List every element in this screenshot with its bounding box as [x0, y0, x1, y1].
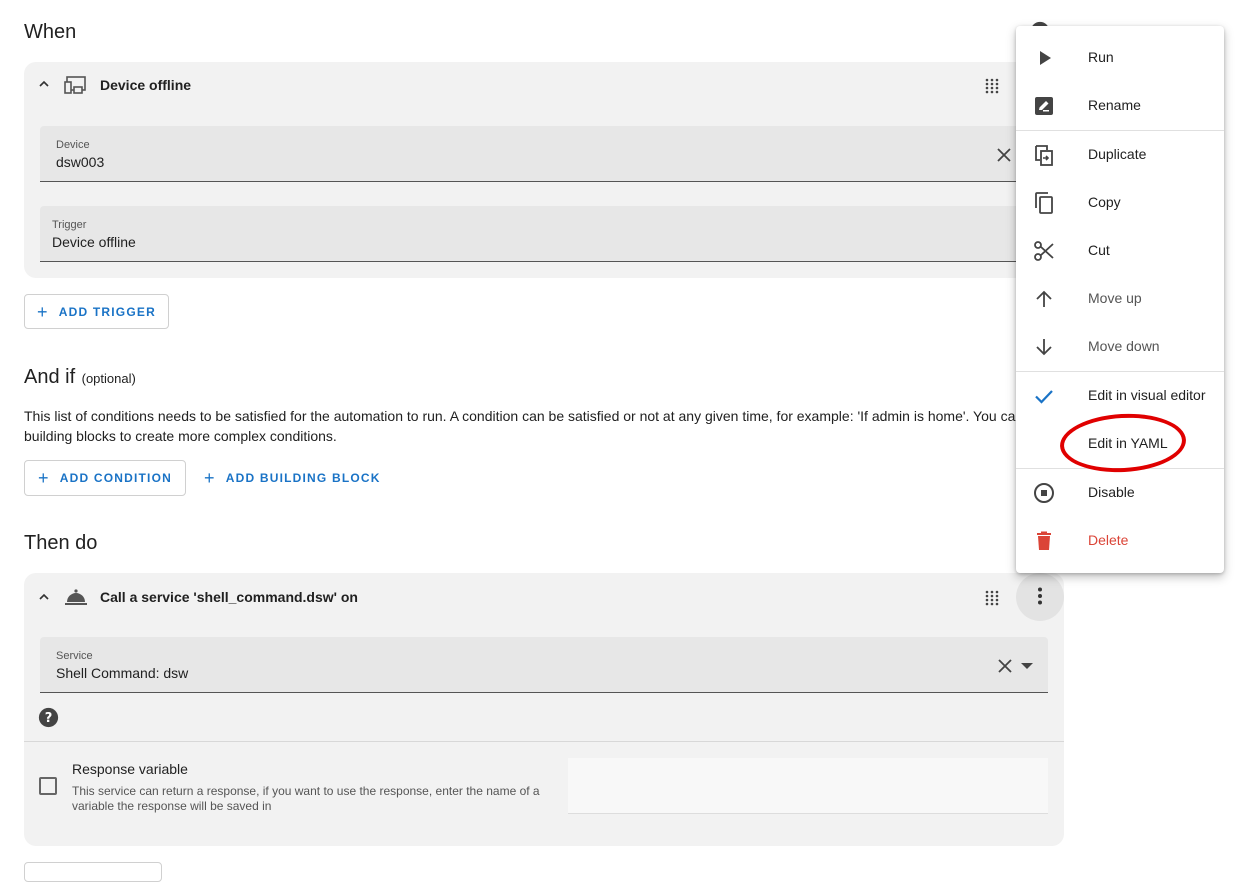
drag-handle-icon[interactable]: [985, 78, 999, 94]
menu-item-label: Edit in YAML: [1088, 435, 1168, 451]
menu-item-label: Move up: [1088, 290, 1142, 306]
menu-item-label: Duplicate: [1088, 146, 1147, 162]
menu-item-disable[interactable]: Disable: [1016, 469, 1224, 517]
menu-item-cut[interactable]: Cut: [1016, 227, 1224, 275]
check-icon: [1032, 384, 1056, 408]
arrow-down-icon: [1032, 335, 1056, 359]
section-divider: [24, 741, 1064, 742]
add-action-button[interactable]: [24, 862, 162, 882]
collapse-chevron-icon[interactable]: [36, 76, 52, 92]
arrow-up-icon: [1032, 287, 1056, 311]
add-building-block-label: ADD BUILDING BLOCK: [225, 471, 381, 485]
conditions-description-line1: This list of conditions needs to be sati…: [24, 408, 1016, 424]
and-if-heading: And if: [24, 366, 76, 388]
response-variable-title: Response variable: [72, 761, 188, 777]
menu-item-duplicate[interactable]: Duplicate: [1016, 131, 1224, 179]
room-service-icon: [64, 587, 88, 607]
menu-item-run[interactable]: Run: [1016, 34, 1224, 82]
trigger-card: Device offline Device dsw003 Trigger Dev…: [24, 62, 1064, 278]
plus-icon: +: [204, 468, 216, 488]
menu-item-edit-visual[interactable]: Edit in visual editor: [1016, 372, 1224, 420]
menu-item-rename[interactable]: Rename: [1016, 82, 1224, 130]
duplicate-icon: [1032, 143, 1056, 167]
trigger-field-label: Trigger: [52, 219, 87, 231]
menu-item-move-down[interactable]: Move down: [1016, 323, 1224, 371]
menu-item-copy[interactable]: Copy: [1016, 179, 1224, 227]
optional-label: (optional): [81, 371, 136, 386]
action-card-title: Call a service 'shell_command.dsw' on: [100, 589, 358, 605]
play-icon: [1032, 46, 1056, 70]
menu-item-label: Run: [1088, 49, 1114, 65]
response-variable-description-line2: variable the response will be saved in: [72, 799, 272, 813]
menu-item-label: Copy: [1088, 194, 1121, 210]
trigger-field-value: Device offline: [52, 234, 136, 250]
collapse-chevron-icon[interactable]: [36, 589, 52, 605]
trigger-type-field[interactable]: Trigger Device offline: [40, 206, 1040, 262]
add-condition-button[interactable]: + ADD CONDITION: [24, 460, 186, 496]
plus-icon: +: [38, 468, 50, 488]
help-icon[interactable]: ?: [38, 707, 59, 728]
menu-item-edit-yaml[interactable]: Edit in YAML: [1016, 420, 1224, 468]
when-heading: When: [24, 21, 77, 43]
response-variable-description-line1: This service can return a response, if y…: [72, 784, 540, 798]
device-field[interactable]: Device dsw003: [40, 126, 1050, 182]
menu-item-label: Delete: [1088, 532, 1129, 548]
response-variable-checkbox[interactable]: [39, 777, 57, 795]
add-building-block-button[interactable]: + ADD BUILDING BLOCK: [204, 468, 381, 488]
svg-text:?: ?: [45, 711, 53, 726]
clear-icon[interactable]: [997, 148, 1011, 162]
menu-item-label: Rename: [1088, 97, 1141, 113]
stop-circle-icon: [1032, 481, 1056, 505]
drag-handle-icon[interactable]: [985, 590, 999, 606]
trash-icon: [1032, 529, 1056, 553]
dropdown-arrow-icon[interactable]: [1021, 663, 1033, 669]
menu-item-label: Disable: [1088, 484, 1135, 500]
menu-item-delete[interactable]: Delete: [1016, 517, 1224, 565]
service-field[interactable]: Service Shell Command: dsw: [40, 637, 1048, 693]
scissors-icon: [1032, 239, 1056, 263]
add-trigger-label: ADD TRIGGER: [58, 304, 156, 319]
then-do-heading: Then do: [24, 532, 98, 554]
menu-item-label: Move down: [1088, 338, 1160, 354]
add-trigger-button[interactable]: + ADD TRIGGER: [24, 294, 169, 329]
trigger-card-title: Device offline: [100, 77, 192, 93]
and-if-heading-row: And if (optional): [24, 366, 136, 389]
service-field-label: Service: [56, 650, 93, 662]
overflow-menu-button[interactable]: [1016, 573, 1064, 621]
plus-icon: +: [37, 301, 49, 322]
copy-icon: [1032, 191, 1056, 215]
service-field-value: Shell Command: dsw: [56, 665, 189, 681]
action-card: Call a service 'shell_command.dsw' on Se…: [24, 573, 1064, 846]
more-vertical-icon: [1038, 587, 1042, 605]
add-condition-label: ADD CONDITION: [59, 471, 172, 485]
context-menu: Run Rename Duplicate Copy Cut Move up Mo…: [1016, 26, 1224, 573]
device-field-label: Device: [56, 139, 90, 151]
menu-item-move-up[interactable]: Move up: [1016, 275, 1224, 323]
conditions-description-line2: building blocks to create more complex c…: [24, 428, 337, 444]
response-variable-input[interactable]: [568, 758, 1048, 814]
clear-icon[interactable]: [998, 659, 1012, 673]
rename-icon: [1032, 94, 1056, 118]
menu-item-label: Edit in visual editor: [1088, 387, 1206, 403]
devices-icon: [64, 74, 88, 96]
menu-item-label: Cut: [1088, 242, 1110, 258]
device-field-value: dsw003: [56, 154, 105, 170]
